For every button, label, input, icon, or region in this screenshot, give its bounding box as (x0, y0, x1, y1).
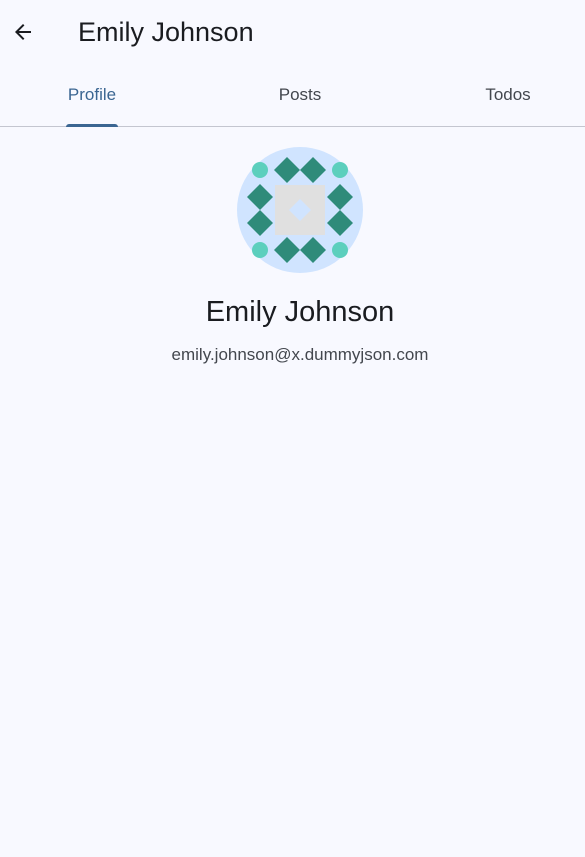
avatar (237, 147, 363, 273)
profile-name: Emily Johnson (205, 296, 395, 328)
profile-email: emily.johnson@x.dummyjson.com (171, 345, 429, 364)
back-button[interactable] (0, 8, 46, 56)
tab-todos-label: Todos (485, 85, 531, 104)
arrow-back-icon (15, 24, 31, 40)
page-title: Emily Johnson (78, 17, 254, 47)
tab-posts[interactable]: Posts (200, 64, 400, 126)
tab-bar: Profile Posts Todos (0, 64, 585, 127)
tab-profile-label: Profile (67, 85, 117, 104)
tab-posts-label: Posts (278, 85, 322, 104)
tab-todos[interactable]: Todos (416, 64, 585, 126)
active-tab-indicator (66, 124, 118, 127)
app-bar: Emily Johnson (0, 0, 585, 64)
tab-profile[interactable]: Profile (0, 64, 184, 126)
